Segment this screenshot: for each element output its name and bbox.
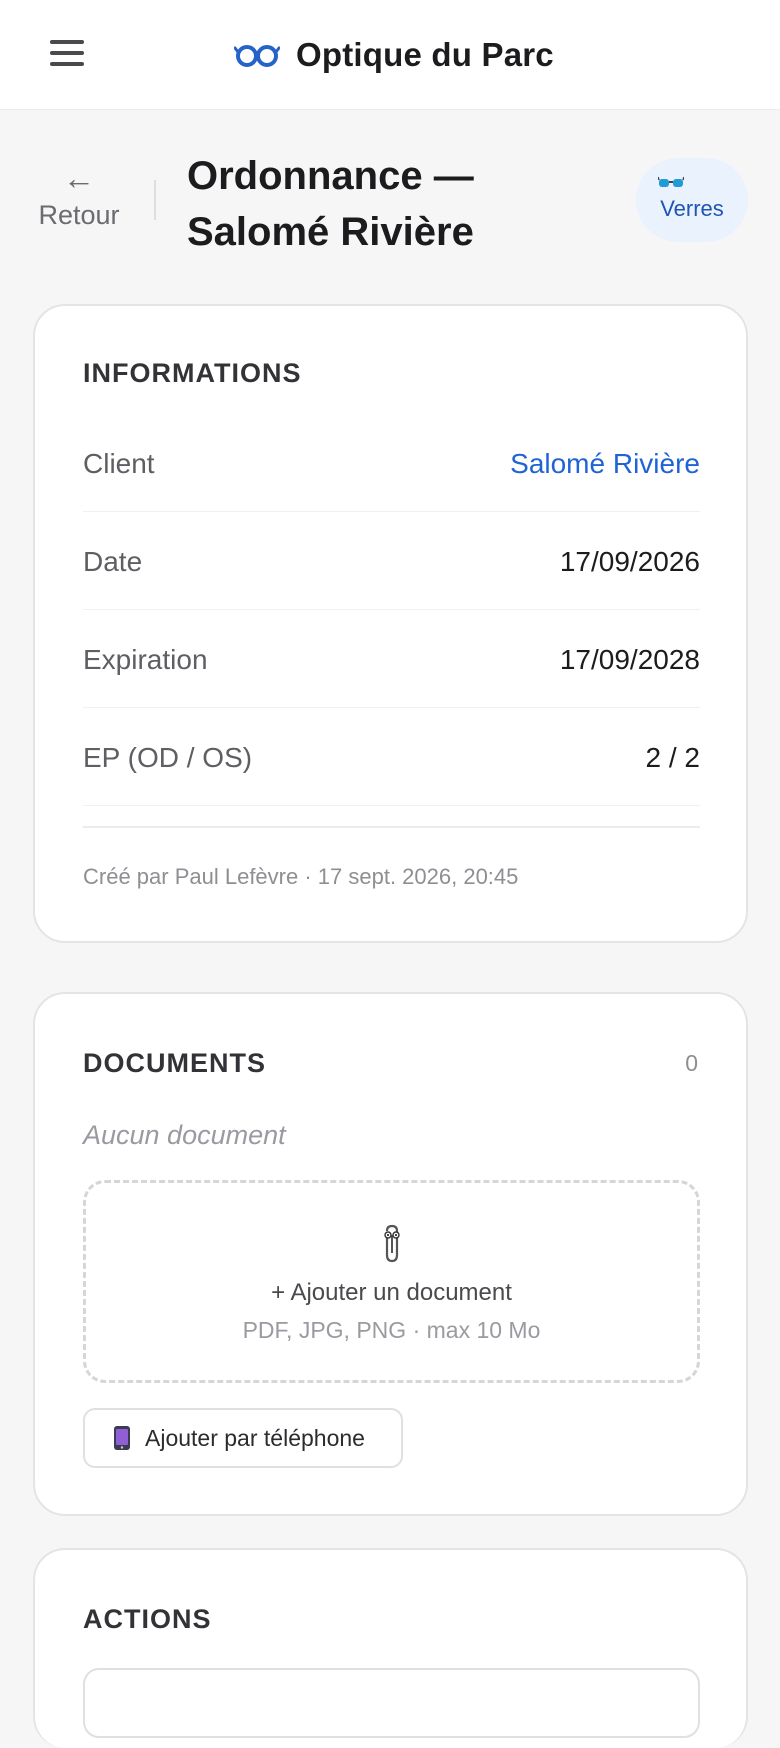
back-button[interactable]: ← Retour [34,162,124,231]
info-value: 17/09/2026 [559,546,700,577]
info-value: 2 / 2 [645,742,700,773]
hamburger-menu-icon[interactable] [50,40,84,68]
info-row-ep: EP (OD / OS) 2 / 2 [83,708,700,806]
page-title: Ordonnance — Salomé Rivière [187,154,474,254]
glasses-icon [234,45,280,67]
info-divider [83,826,700,828]
info-label: Client [83,448,155,479]
informations-title: INFORMATIONS [83,358,302,388]
info-row-date: Date 17/09/2026 [83,512,700,610]
info-label: Date [83,546,143,577]
brand[interactable]: Optique du Parc [234,30,554,80]
back-label: Retour [38,200,120,230]
add-by-phone-button[interactable]: Ajouter par téléphone [83,1408,403,1468]
informations-card: INFORMATIONS Client Salomé Rivière Date … [33,304,748,943]
sunglasses-icon [658,176,684,187]
created-by-meta: Créé par Paul Lefèvre · 17 sept. 2026, 2… [83,864,519,889]
info-value: 17/09/2028 [559,644,700,675]
top-bar: Optique du Parc [0,0,780,110]
actions-title: ACTIONS [83,1604,212,1634]
add-by-phone-label: Ajouter par téléphone [145,1424,365,1451]
back-arrow-icon: ← [63,160,95,196]
info-row-client: Client Salomé Rivière [83,414,700,512]
client-link[interactable]: Salomé Rivière [510,448,700,480]
documents-card: DOCUMENTS 0 Aucun document + Ajouter un … [33,992,748,1516]
info-row-expiration: Expiration 17/09/2028 [83,610,700,708]
app-name: Optique du Parc [296,36,554,73]
paperclip-icon [383,1224,400,1263]
lenses-pill-button[interactable]: Verres [636,158,748,242]
mobile-phone-icon [114,1426,130,1450]
documents-count: 0 [685,1050,698,1076]
documents-title: DOCUMENTS [83,1048,266,1078]
add-document-label: + Ajouter un document [271,1279,512,1306]
action-button[interactable] [83,1668,700,1738]
lenses-pill-label: Verres [660,196,724,221]
actions-card: ACTIONS [33,1548,748,1748]
info-label: EP (OD / OS) [83,742,253,773]
header-divider [154,180,156,220]
file-types-hint: PDF, JPG, PNG · max 10 Mo [242,1317,541,1343]
info-label: Expiration [83,644,208,675]
page-header: ← Retour Ordonnance — Salomé Rivière Ver… [0,110,780,290]
empty-documents-text: Aucun document [83,1120,286,1150]
document-dropzone[interactable]: + Ajouter un document PDF, JPG, PNG · ma… [83,1180,700,1383]
